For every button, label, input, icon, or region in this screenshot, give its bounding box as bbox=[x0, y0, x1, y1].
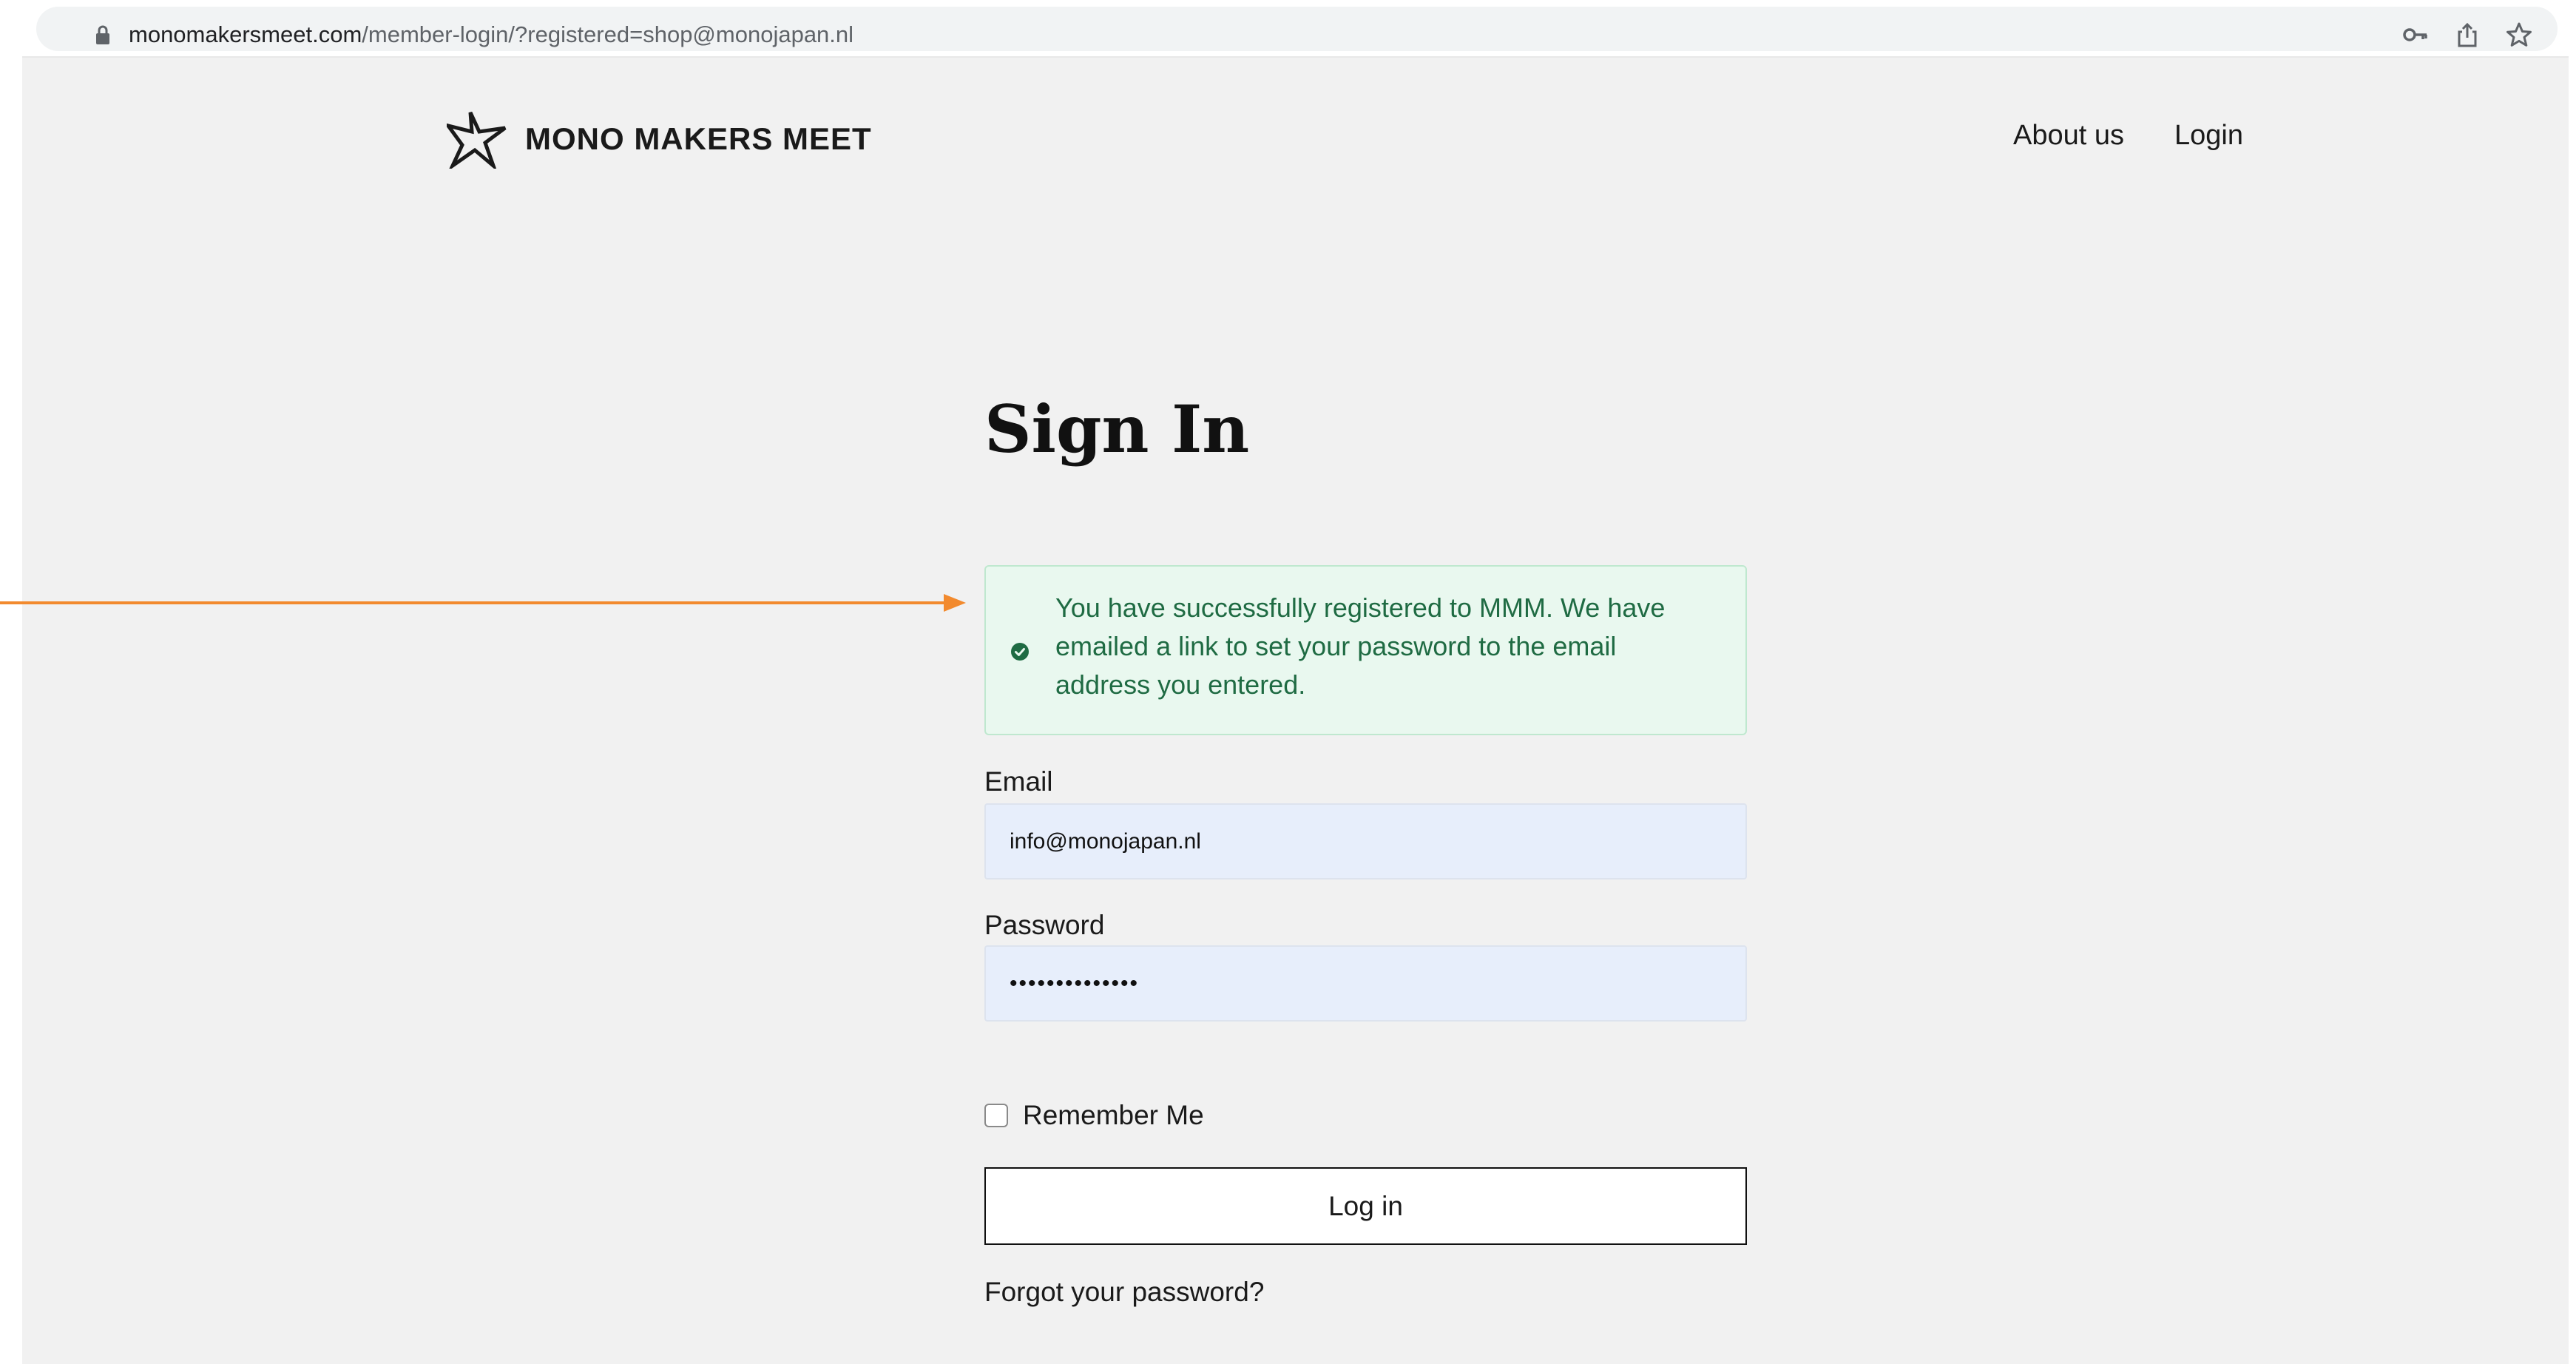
log-in-button[interactable]: Log in bbox=[984, 1167, 1747, 1245]
password-field[interactable] bbox=[984, 945, 1747, 1022]
password-label: Password bbox=[984, 910, 1105, 940]
email-label: Email bbox=[984, 766, 1053, 797]
url-domain: monomakersmeet.com bbox=[129, 21, 362, 47]
page-viewport: MONO MAKERS MEET About us Login Sign In … bbox=[22, 58, 2569, 1364]
star-icon[interactable] bbox=[2506, 21, 2532, 48]
success-alert: You have successfully registered to MMM.… bbox=[984, 565, 1747, 735]
address-bar[interactable]: monomakersmeet.com/member-login/?registe… bbox=[36, 7, 2558, 51]
annotation-arrow bbox=[0, 594, 966, 612]
remember-me-label[interactable]: Remember Me bbox=[1023, 1100, 1204, 1131]
nav-about-us[interactable]: About us bbox=[2013, 120, 2124, 152]
alert-message: You have successfully registered to MMM.… bbox=[1055, 592, 1666, 700]
check-circle-icon bbox=[1011, 643, 1029, 661]
password-input[interactable] bbox=[1010, 970, 1709, 996]
forgot-password-link[interactable]: Forgot your password? bbox=[984, 1277, 1264, 1308]
remember-me-checkbox[interactable] bbox=[984, 1104, 1008, 1127]
logo-star-icon bbox=[447, 111, 507, 169]
lock-icon bbox=[96, 25, 109, 44]
email-input[interactable] bbox=[1010, 828, 1709, 854]
key-icon[interactable] bbox=[2402, 21, 2429, 48]
share-icon[interactable] bbox=[2454, 21, 2481, 48]
logo-text: MONO MAKERS MEET bbox=[525, 121, 872, 156]
email-field[interactable] bbox=[984, 803, 1747, 879]
remember-me[interactable]: Remember Me bbox=[984, 1100, 1204, 1131]
url-text[interactable]: monomakersmeet.com/member-login/?registe… bbox=[129, 20, 853, 50]
page-title: Sign In bbox=[984, 391, 1250, 467]
site-logo[interactable]: MONO MAKERS MEET bbox=[447, 109, 872, 169]
nav-login[interactable]: Login bbox=[2174, 120, 2243, 152]
url-path: /member-login/?registered=shop@monojapan… bbox=[362, 21, 854, 47]
